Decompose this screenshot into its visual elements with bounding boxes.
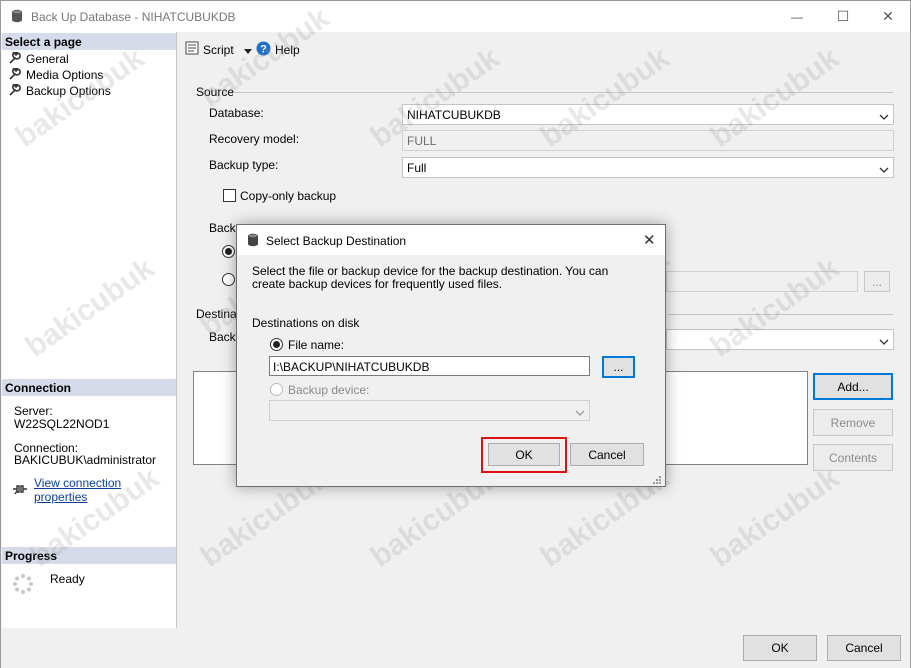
contents-button[interactable]: Contents <box>813 444 893 471</box>
connection-header: Connection <box>2 378 176 396</box>
recovery-model-label: Recovery model: <box>209 132 300 146</box>
files-browse-button[interactable]: ... <box>864 271 890 292</box>
window-title: Back Up Database - NIHATCUBUKDB <box>31 10 236 24</box>
backup-device-radio[interactable] <box>270 383 283 396</box>
wrench-icon <box>9 50 21 67</box>
sidebar: Select a page General Media Options Back… <box>2 32 177 628</box>
file-name-input[interactable]: I:\BACKUP\NIHATCUBUKDB <box>269 356 590 376</box>
source-group-label: Source <box>196 85 235 99</box>
ellipsis-label: ... <box>871 274 882 289</box>
footer: OK Cancel <box>1 628 910 668</box>
main-cancel-button[interactable]: Cancel <box>827 635 901 661</box>
minimize-button[interactable]: — <box>774 1 820 32</box>
close-button[interactable]: ✕ <box>865 1 911 32</box>
copy-only-label: Copy-only backup <box>240 189 337 203</box>
source-divider <box>233 92 893 93</box>
wrench-icon <box>9 66 21 83</box>
script-button[interactable]: Script <box>185 41 252 58</box>
sidebar-item-backup-options[interactable]: Backup Options <box>9 82 111 99</box>
ok-label: OK <box>771 641 789 655</box>
resize-grip-icon[interactable] <box>652 474 662 488</box>
chevron-down-icon <box>879 110 889 124</box>
main-ok-button[interactable]: OK <box>743 635 817 661</box>
database-label: Database: <box>209 106 264 120</box>
dialog-title: Select Backup Destination <box>266 234 407 248</box>
sidebar-item-general[interactable]: General <box>9 50 69 67</box>
minimize-icon: — <box>791 9 803 24</box>
connection-properties-icon <box>12 482 28 499</box>
copy-only-checkbox[interactable] <box>223 189 236 202</box>
progress-spinner-icon <box>12 573 34 598</box>
close-icon: ✕ <box>882 8 894 24</box>
dialog-description: Select the file or backup device for the… <box>252 264 609 291</box>
add-button[interactable]: Add... <box>813 373 893 400</box>
destinations-on-disk-label: Destinations on disk <box>252 316 360 330</box>
back-up-to-combo[interactable] <box>666 329 894 350</box>
view-connection-properties[interactable]: View connection properties <box>12 476 176 504</box>
view-connection-properties-link[interactable]: View connection properties <box>34 476 176 504</box>
backup-type-value: Full <box>407 161 427 175</box>
remove-label: Remove <box>830 415 876 430</box>
help-icon: ? <box>256 41 271 59</box>
cancel-label: Cancel <box>588 447 626 462</box>
file-browse-button[interactable]: ... <box>602 356 635 378</box>
sidebar-item-label: Backup Options <box>26 84 111 98</box>
sidebar-item-media-options[interactable]: Media Options <box>9 66 104 83</box>
ok-highlight-box <box>481 437 567 473</box>
backup-device-combo[interactable] <box>269 400 590 421</box>
server-value: W22SQL22NOD1 <box>14 417 110 431</box>
wrench-icon <box>9 82 21 99</box>
file-name-value: I:\BACKUP\NIHATCUBUKDB <box>273 360 430 374</box>
remove-button[interactable]: Remove <box>813 409 893 436</box>
database-combo[interactable]: NIHATCUBUKDB <box>402 104 894 125</box>
sidebar-item-label: General <box>26 52 69 66</box>
files-component-radio[interactable] <box>222 273 235 286</box>
database-value: NIHATCUBUKDB <box>407 108 501 122</box>
sidebar-item-label: Media Options <box>26 68 104 82</box>
database-icon <box>11 9 23 26</box>
connection-value: BAKICUBUK\administrator <box>14 453 157 467</box>
chevron-down-icon <box>879 335 889 349</box>
script-icon <box>185 41 199 58</box>
progress-header: Progress <box>2 546 176 564</box>
server-label: Server: <box>14 404 53 418</box>
toolbar: Script ? Help <box>178 32 910 66</box>
help-label: Help <box>275 43 300 57</box>
backup-type-combo[interactable]: Full <box>402 157 894 178</box>
backup-device-label: Backup device: <box>288 383 370 397</box>
close-icon: ✕ <box>643 232 656 249</box>
chevron-down-icon <box>879 163 889 177</box>
recovery-model-value: FULL <box>407 134 437 148</box>
select-page-header: Select a page <box>2 32 176 50</box>
add-label: Add... <box>837 379 869 394</box>
maximize-icon: ☐ <box>836 8 850 24</box>
progress-status: Ready <box>50 572 85 586</box>
file-name-radio[interactable] <box>270 338 283 351</box>
help-button[interactable]: ? Help <box>256 41 300 59</box>
contents-label: Contents <box>828 450 878 465</box>
title-bar: Back Up Database - NIHATCUBUKDB — ☐ ✕ <box>1 1 910 32</box>
dialog-title-bar: Select Backup Destination ✕ <box>237 225 665 255</box>
select-backup-destination-dialog: Select Backup Destination ✕ Select the f… <box>236 224 666 487</box>
recovery-model-field: FULL <box>402 130 894 151</box>
backup-database-window: Back Up Database - NIHATCUBUKDB — ☐ ✕ Se… <box>0 0 911 668</box>
backup-type-label: Backup type: <box>209 158 279 172</box>
database-component-radio[interactable] <box>222 245 235 258</box>
database-icon <box>247 233 259 250</box>
dialog-close-button[interactable]: ✕ <box>643 231 656 249</box>
ellipsis-label: ... <box>613 360 624 374</box>
files-field <box>666 271 858 292</box>
destination-divider <box>668 314 893 315</box>
chevron-down-icon <box>575 406 585 420</box>
script-label: Script <box>203 42 234 57</box>
dialog-cancel-button[interactable]: Cancel <box>570 443 644 466</box>
maximize-button[interactable]: ☐ <box>820 1 866 32</box>
dropdown-arrow-icon <box>243 43 252 57</box>
svg-text:?: ? <box>260 44 267 56</box>
cancel-label: Cancel <box>845 641 883 655</box>
back-up-to-label: Back <box>209 330 236 344</box>
file-name-label: File name: <box>288 338 345 352</box>
